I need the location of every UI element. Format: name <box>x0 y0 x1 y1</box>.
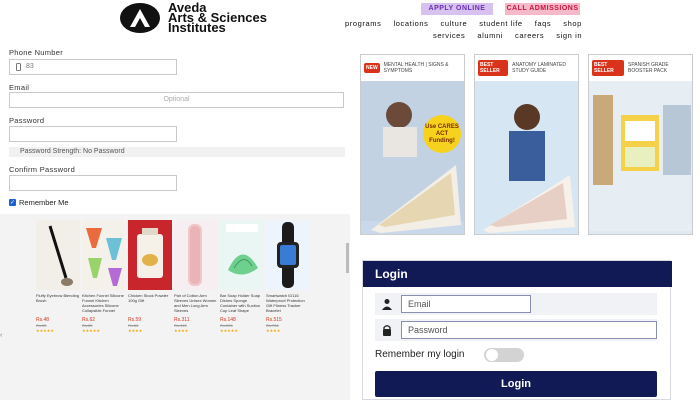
product-rating: ★★★★★ <box>36 328 54 333</box>
product-name: Chicken Stock Powder 100g Gift <box>128 293 169 303</box>
login-title: Login <box>363 261 672 287</box>
nav-services[interactable]: services <box>433 31 465 40</box>
product-card[interactable]: Fluffy Eyebrow Blending Brush Rs.48 Rs.8… <box>36 220 80 333</box>
password-field[interactable] <box>9 126 177 142</box>
password-strength: Password Strength: No Password <box>9 147 345 157</box>
apply-online-button[interactable]: APPLY ONLINE <box>421 3 493 15</box>
nav-student-life[interactable]: student life <box>479 19 522 28</box>
checkbox-checked-icon: ✓ <box>9 199 16 206</box>
confirm-password-label: Confirm Password <box>9 165 76 174</box>
nav-sign-in[interactable]: sign in <box>556 31 582 40</box>
lock-icon <box>383 325 391 336</box>
remember-login-toggle[interactable] <box>484 348 524 362</box>
login-email-input[interactable]: Email <box>401 295 531 313</box>
brush-icon <box>36 220 80 290</box>
email-row: Email <box>375 293 657 315</box>
product-rating: ★★★★★ <box>82 328 100 333</box>
book-art <box>475 81 578 233</box>
book-cover-anatomy[interactable]: BEST SELLER ANATOMY LAMINATED STUDY GUID… <box>474 54 579 235</box>
nav-shop[interactable]: shop <box>563 19 582 28</box>
chicken-powder-icon <box>128 220 172 290</box>
product-image <box>36 220 80 290</box>
product-image <box>174 220 218 290</box>
email-field[interactable]: Optional <box>9 92 344 108</box>
toggle-knob <box>486 349 498 361</box>
phone-label: Phone Number <box>9 48 64 57</box>
logo-text[interactable]: Aveda Arts & Sciences Institutes <box>168 1 267 34</box>
product-name: Kitchen Funnel Silicone Funnel Kitchen A… <box>82 293 124 313</box>
remember-login-label: Remember my login <box>375 349 465 360</box>
book-cover-spanish[interactable]: BEST SELLER SPANISH GRADE BOOSTER PACK <box>588 54 693 235</box>
book-art <box>589 81 692 231</box>
nav-alumni[interactable]: alumni <box>477 31 503 40</box>
nav-careers[interactable]: careers <box>515 31 544 40</box>
book-cover-mental-health[interactable]: NEW MENTAL HEALTH | SIGNS & SYMPTOMS Use… <box>360 54 465 235</box>
product-image <box>82 220 126 290</box>
product-card[interactable]: Smartwatch ID116 Waterproof Protection G… <box>266 220 310 333</box>
product-card[interactable]: Pair of Cotton Arm Sleeves Unisex Women … <box>174 220 218 333</box>
email-label: Email <box>9 83 30 92</box>
remember-me-label: Remember Me <box>19 198 69 207</box>
confirm-password-field[interactable] <box>9 175 177 191</box>
arm-sleeve-icon <box>174 220 218 290</box>
product-image <box>266 220 310 290</box>
product-image <box>220 220 264 290</box>
scrollbar-thumb[interactable] <box>346 243 349 273</box>
scroll-left-arrow-icon[interactable]: ‹ <box>0 332 2 339</box>
product-rating: ★★★★★ <box>220 328 238 333</box>
phone-icon <box>16 63 21 71</box>
product-name: Bar Soap Holder Soap Dishes Sponge Conta… <box>220 293 261 313</box>
product-name: Fluffy Eyebrow Blending Brush <box>36 293 80 303</box>
login-password-input[interactable]: Password <box>401 321 657 339</box>
password-row: Password <box>375 319 657 341</box>
nav-locations[interactable]: locations <box>393 19 428 28</box>
product-card[interactable]: Bar Soap Holder Soap Dishes Sponge Conta… <box>220 220 264 333</box>
product-name: Pair of Cotton Arm Sleeves Unisex Women … <box>174 293 217 313</box>
nav-culture[interactable]: culture <box>441 19 468 28</box>
product-card[interactable]: Chicken Stock Powder 100g Gift Rs.59 Rs.… <box>128 220 172 333</box>
product-rating: ★★★★ <box>128 328 143 333</box>
phone-field[interactable]: 83 <box>9 59 177 75</box>
product-rating: ★★★★ <box>174 328 189 333</box>
smartwatch-icon <box>266 220 310 290</box>
product-name: Smartwatch ID116 Waterproof Protection G… <box>266 293 305 313</box>
nav-faqs[interactable]: faqs <box>535 19 552 28</box>
cares-act-sticker: Use CARES ACT Funding! <box>423 115 461 153</box>
funnel-icon <box>82 220 126 290</box>
secondary-nav: services alumni careers sign in <box>433 31 582 40</box>
login-panel: Login Email Password Remember my login L… <box>362 260 672 400</box>
aveda-logo[interactable] <box>120 3 160 33</box>
logo-triangle-icon <box>130 9 150 27</box>
product-rating: ★★★★ <box>266 328 281 333</box>
nav-programs[interactable]: programs <box>345 19 381 28</box>
primary-nav: programs locations culture student life … <box>345 19 582 28</box>
product-image <box>128 220 172 290</box>
call-admissions-button[interactable]: CALL ADMISSIONS <box>505 3 580 15</box>
login-button[interactable]: Login <box>375 371 657 397</box>
leaf-soap-holder-icon <box>220 220 264 290</box>
page: Aveda Arts & Sciences Institutes APPLY O… <box>0 0 700 400</box>
product-card[interactable]: Kitchen Funnel Silicone Funnel Kitchen A… <box>82 220 126 333</box>
user-icon <box>382 299 392 310</box>
product-carousel: Fluffy Eyebrow Blending Brush Rs.48 Rs.8… <box>0 214 350 400</box>
password-label: Password <box>9 116 45 125</box>
remember-me-checkbox[interactable]: ✓ Remember Me <box>9 198 69 207</box>
phone-value: 83 <box>26 63 34 70</box>
